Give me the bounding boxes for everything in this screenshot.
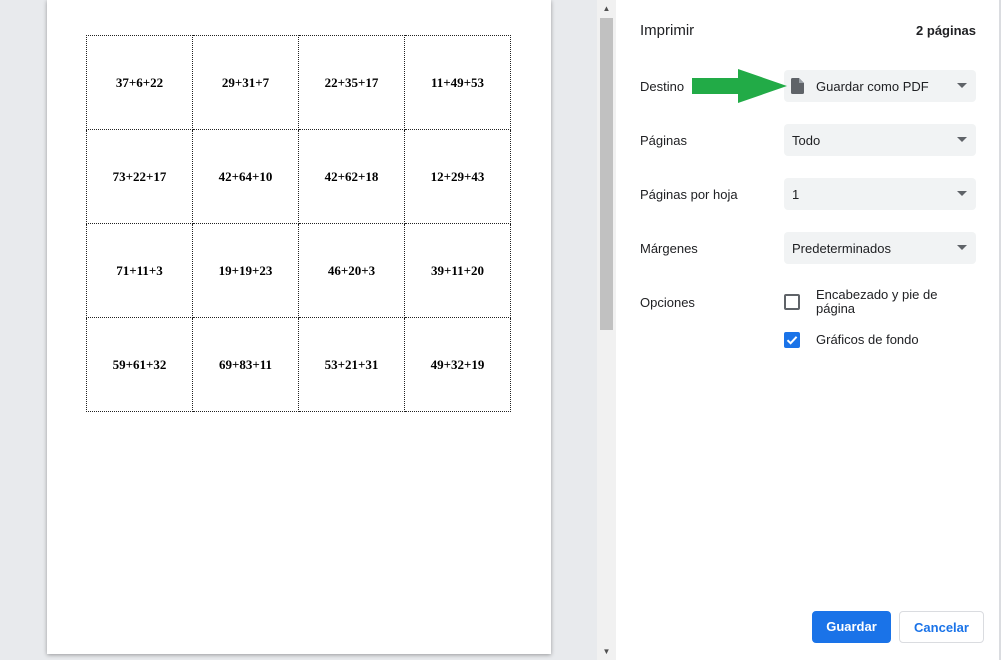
margins-value: Predeterminados <box>792 241 891 256</box>
table-row: 37+6+22 29+31+7 22+35+17 11+49+53 <box>86 35 511 130</box>
grid-cell: 46+20+3 <box>298 223 405 318</box>
table-row: 73+22+17 42+64+10 42+62+18 12+29+43 <box>86 129 511 224</box>
scroll-up-icon[interactable]: ▲ <box>597 0 616 17</box>
destination-value: Guardar como PDF <box>816 79 929 94</box>
page-count: 2 páginas <box>916 23 976 38</box>
grid-cell: 11+49+53 <box>404 35 511 130</box>
cancel-button[interactable]: Cancelar <box>899 611 984 643</box>
chevron-down-icon <box>957 83 967 88</box>
save-button[interactable]: Guardar <box>812 611 891 643</box>
grid-cell: 71+11+3 <box>86 223 193 318</box>
scroll-thumb[interactable] <box>600 18 613 330</box>
preview-scrollbar[interactable]: ▲ ▼ <box>597 0 616 660</box>
grid-cell: 59+61+32 <box>86 317 193 412</box>
grid-cell: 12+29+43 <box>404 129 511 224</box>
grid-cell: 19+19+23 <box>192 223 299 318</box>
background-graphics-checkbox[interactable] <box>784 332 800 348</box>
grid-cell: 42+62+18 <box>298 129 405 224</box>
grid-cell: 39+11+20 <box>404 223 511 318</box>
table-row: 71+11+3 19+19+23 46+20+3 39+11+20 <box>86 223 511 318</box>
print-preview-area: 37+6+22 29+31+7 22+35+17 11+49+53 73+22+… <box>0 0 616 660</box>
chevron-down-icon <box>957 245 967 250</box>
preview-page: 37+6+22 29+31+7 22+35+17 11+49+53 73+22+… <box>47 0 551 654</box>
margins-label: Márgenes <box>640 241 698 256</box>
grid-cell: 29+31+7 <box>192 35 299 130</box>
chevron-down-icon <box>957 137 967 142</box>
pages-value: Todo <box>792 133 821 148</box>
grid-cell: 53+21+31 <box>298 317 405 412</box>
grid-cell: 69+83+11 <box>192 317 299 412</box>
chevron-down-icon <box>957 191 967 196</box>
pages-per-sheet-value: 1 <box>792 187 800 202</box>
pages-label: Páginas <box>640 133 687 148</box>
grid-cell: 73+22+17 <box>86 129 193 224</box>
grid-cell: 37+6+22 <box>86 35 193 130</box>
dialog-title: Imprimir <box>640 22 695 39</box>
scroll-down-icon[interactable]: ▼ <box>597 643 616 660</box>
grid-cell: 49+32+19 <box>404 317 511 412</box>
green-arrow-icon <box>692 69 787 103</box>
grid-cell: 42+64+10 <box>192 129 299 224</box>
options-label: Opciones <box>640 295 695 310</box>
header-footer-checkbox[interactable] <box>784 294 800 310</box>
destination-select[interactable]: Guardar como PDF <box>784 70 976 102</box>
pages-per-sheet-select[interactable]: 1 <box>784 178 976 210</box>
table-row: 59+61+32 69+83+11 53+21+31 49+32+19 <box>86 317 511 412</box>
margins-select[interactable]: Predeterminados <box>784 232 976 264</box>
grid-cell: 22+35+17 <box>298 35 405 130</box>
header-footer-label: Encabezado y pie de página <box>816 287 938 316</box>
document-icon <box>791 78 804 94</box>
pages-per-sheet-label: Páginas por hoja <box>640 187 738 202</box>
background-graphics-label: Gráficos de fondo <box>816 332 919 347</box>
checkmark-icon <box>786 336 798 345</box>
pages-select[interactable]: Todo <box>784 124 976 156</box>
print-settings-panel: Imprimir 2 páginas Destino Guardar como … <box>616 0 1001 660</box>
addition-grid: 37+6+22 29+31+7 22+35+17 11+49+53 73+22+… <box>86 35 511 412</box>
destination-label: Destino <box>640 79 685 94</box>
